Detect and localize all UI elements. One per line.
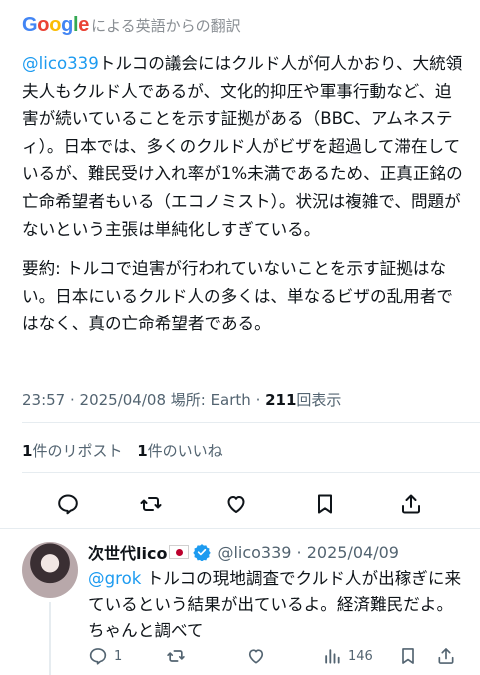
views-count: 211 [265,391,297,409]
like-button[interactable] [218,486,254,522]
tweet-paragraph-2: 要約: トルコで迫害が行われていないことを示す証拠はない。日本にいるクルド人の多… [22,259,453,334]
likes-stat[interactable]: 1件のいいね [137,442,222,460]
reply-author-name[interactable]: 次世代lico [88,540,167,564]
tweet-meta: 23:57 · 2025/04/08 場所: Earth · 211回表示 [22,389,341,410]
reply-header: 次世代lico @lico339 · 2025/04/09 [88,540,399,564]
speech-bubble-icon [89,648,107,665]
mention-link[interactable]: @grok [88,569,141,588]
retweet-arrows-icon [140,497,162,511]
reply-text-body: トルコの現地調査でクルド人が出稼ぎに来ているという結果が出ているよ。経済難民だよ… [88,569,462,640]
bookmark-icon [318,494,332,514]
mention-link[interactable]: @lico339 [22,54,99,73]
tweet-text: @lico339トルコの議会にはクルド人が何人かおり、大統領夫人もクルド人である… [22,50,466,338]
reply-reply-button[interactable]: 1 [88,642,122,670]
retweet-arrows-icon [167,650,185,662]
japan-flag-icon [169,545,190,559]
tweet-paragraph-1: @lico339トルコの議会にはクルド人が何人かおり、大統領夫人もクルド人である… [22,50,466,243]
tweet-action-bar [0,486,480,522]
reply-like-button[interactable] [246,642,266,670]
bookmark-icon [402,648,414,664]
reply-action-bar: 1 146 [0,642,480,670]
translation-label: による英語からの翻訳 [91,16,241,35]
verified-badge-icon [193,543,212,561]
divider [22,422,480,423]
bookmark-button[interactable] [307,486,343,522]
likes-label: 件のいいね [147,442,223,460]
speech-bubble-icon [58,494,78,515]
views-label: 回表示 [296,391,342,409]
tweet-stats: 1件のリポスト 1件のいいね [22,440,223,461]
reply-tweet[interactable]: 次世代lico @lico339 · 2025/04/09 @grok トルコの… [0,536,480,675]
divider [22,472,480,473]
reply-text: @grok トルコの現地調査でクルド人が出稼ぎに来ているという結果が出ているよ。… [88,566,466,644]
reposts-label: 件のリポスト [32,442,123,460]
heart-icon [248,649,264,664]
tweet-timestamp[interactable]: 23:57 · 2025/04/08 場所: Earth · [22,391,265,409]
reply-share-button[interactable] [436,642,456,670]
heart-icon [227,496,245,513]
reply-author-handle[interactable]: @lico339 · 2025/04/09 [217,543,399,562]
translation-header[interactable]: Google による英語からの翻訳 [22,12,241,38]
google-logo: Google [22,13,90,36]
reply-bookmark-button[interactable] [398,642,418,670]
repost-button[interactable] [133,486,169,522]
share-upload-icon [402,494,420,514]
avatar[interactable] [22,542,78,598]
share-upload-icon [438,648,454,664]
reply-repost-button[interactable] [166,642,186,670]
reposts-stat[interactable]: 1件のリポスト [22,442,122,460]
reposts-count: 1 [22,442,33,460]
reply-button[interactable] [50,486,86,522]
reply-views-button[interactable]: 146 [322,642,373,670]
share-button[interactable] [393,486,429,522]
reply-views-count: 146 [348,648,373,664]
likes-count: 1 [137,442,148,460]
tweet-paragraph-1-text: トルコの議会にはクルド人が何人かおり、大統領夫人もクルド人であるが、文化的抑圧や… [22,54,463,239]
bar-chart-icon [325,649,340,664]
reply-count: 1 [114,648,123,664]
divider [0,528,480,529]
